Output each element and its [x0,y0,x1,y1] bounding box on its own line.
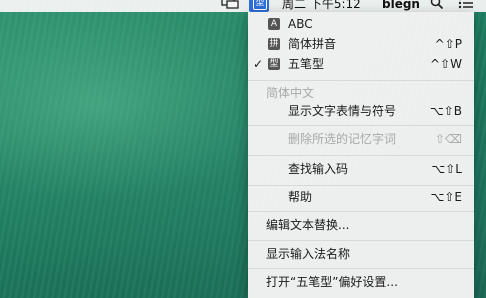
input-source-dropdown-menu: A ABC 拼 简体拼音 ^⇧P ✓ 型 五笔型 ^⇧W 简体中文 显示文字表情… [248,12,474,298]
menu-item-open-preferences[interactable]: 打开“五笔型”偏好设置... [248,273,474,292]
menu-item-shortcut: ^⇧P [434,37,462,51]
menu-separator [248,185,474,186]
checkmark-icon: ✓ [253,57,264,71]
menu-separator [248,268,474,269]
menubar-clock[interactable]: 周二 下午5:12 [282,0,361,11]
menubar-user[interactable]: blegn [382,0,420,11]
menu-item-shortcut: ⌥⇧B [429,104,462,118]
menu-item-delete-memory: 删除所选的记忆字词 ⇧⌫ [248,130,474,149]
menu-item-label: ABC [288,17,313,31]
menu-item-label: 删除所选的记忆字词 [288,132,397,146]
input-source-menu-icon[interactable]: 型 [249,0,269,12]
section-header: 简体中文 [248,84,474,103]
menu-item-label: 显示输入法名称 [266,247,351,261]
menu-separator [248,155,474,156]
menu-item-wubi[interactable]: ✓ 型 五笔型 ^⇧W [248,55,474,74]
menu-item-edit-text-replacement[interactable]: 编辑文本替换... [248,216,474,235]
menu-item-abc[interactable]: A ABC [248,15,474,34]
menu-separator [248,125,474,126]
menu-item-label: 编辑文本替换... [266,218,350,232]
menu-item-shortcut: ⌥⇧L [431,162,462,176]
wubi-input-icon: 型 [268,58,280,70]
menu-item-show-input-name[interactable]: 显示输入法名称 [248,245,474,264]
menu-item-label: 显示文字表情与符号 [288,104,397,118]
menu-item-shortcut: ^⇧W [430,57,462,71]
abc-input-icon: A [268,18,280,30]
section-header-label: 简体中文 [266,86,315,100]
menu-item-label: 简体拼音 [288,37,337,51]
menu-item-label: 查找输入码 [288,162,349,176]
menu-separator [248,211,474,212]
input-source-glyph: 型 [253,0,267,10]
menu-item-pinyin[interactable]: 拼 简体拼音 ^⇧P [248,35,474,54]
menu-bar: 型 周二 下午5:12 blegn [0,0,486,12]
menu-item-lookup-code[interactable]: 查找输入码 ⌥⇧L [248,160,474,179]
menu-item-shortcut: ⌥⇧E [430,190,462,204]
menu-item-label: 五笔型 [288,57,325,71]
menu-item-emoji-symbols[interactable]: 显示文字表情与符号 ⌥⇧B [248,102,474,121]
display-mirroring-icon[interactable] [221,0,239,10]
menu-item-shortcut: ⇧⌫ [434,132,462,146]
menu-separator [248,240,474,241]
notification-center-icon[interactable] [458,0,474,10]
menu-item-label: 打开“五笔型”偏好设置... [266,275,398,289]
menu-separator [248,80,474,81]
spotlight-search-icon[interactable] [430,0,444,10]
menu-item-help[interactable]: 帮助 ⌥⇧E [248,188,474,207]
pinyin-input-icon: 拼 [268,38,280,50]
menu-item-label: 帮助 [288,190,313,204]
